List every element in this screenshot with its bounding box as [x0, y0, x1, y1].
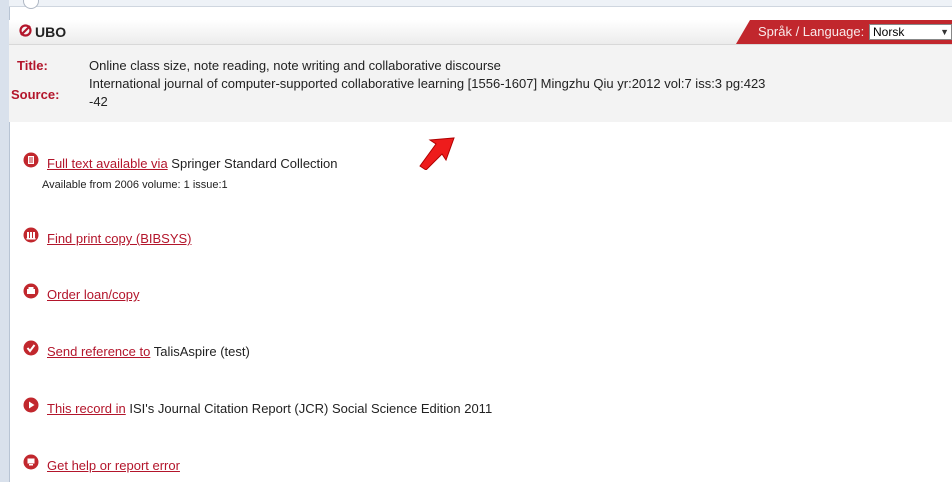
sfx-logo-icon — [19, 23, 32, 41]
service-print-copy: Find print copy (BIBSYS) — [23, 224, 192, 246]
fulltext-link[interactable]: Full text available via — [47, 156, 168, 171]
help-screen-icon — [23, 454, 39, 470]
reference-target: TalisAspire (test) — [153, 344, 250, 359]
language-label: Språk / Language: — [758, 24, 865, 39]
title-label: Title: — [17, 58, 48, 73]
order-loan-link[interactable]: Order loan/copy — [47, 287, 140, 302]
fulltext-provider: Springer Standard Collection — [171, 156, 338, 171]
find-print-copy-link[interactable]: Find print copy (BIBSYS) — [47, 231, 192, 246]
language-tab: Språk / Language: Norsk ▼ — [736, 20, 952, 44]
help-link[interactable]: Get help or report error — [47, 458, 180, 473]
chevron-down-icon: ▼ — [940, 27, 949, 37]
language-selected-value: Norsk — [873, 25, 905, 39]
source-value-line2: -42 — [89, 94, 108, 109]
header-bar: UBO Språk / Language: Norsk ▼ — [9, 20, 952, 45]
send-icon — [23, 340, 39, 356]
logo-text: UBO — [35, 24, 67, 40]
source-value-line1: International journal of computer-suppor… — [89, 76, 766, 91]
ubo-logo[interactable]: UBO — [19, 22, 66, 42]
service-order-loan: Order loan/copy — [23, 280, 140, 302]
jcr-description: ISI's Journal Citation Report (JCR) Soci… — [129, 401, 493, 416]
service-send-reference: Send reference to TalisAspire (test) — [23, 337, 250, 359]
red-arrow-icon — [416, 136, 460, 174]
play-icon — [23, 397, 39, 413]
jcr-link[interactable]: This record in — [47, 401, 126, 416]
send-reference-link[interactable]: Send reference to — [47, 344, 150, 359]
partial-circle-icon — [23, 0, 39, 9]
document-icon — [23, 152, 39, 168]
service-jcr: This record in ISI's Journal Citation Re… — [23, 394, 492, 416]
source-label: Source: — [11, 87, 60, 102]
browser-top-strip — [9, 0, 952, 9]
fulltext-coverage-note: Available from 2006 volume: 1 issue:1 — [42, 179, 228, 191]
language-select[interactable]: Norsk ▼ — [869, 24, 952, 40]
service-fulltext: Full text available via Springer Standar… — [23, 149, 338, 171]
library-icon — [23, 227, 39, 243]
record-metadata: Title: Online class size, note reading, … — [9, 45, 952, 122]
service-help: Get help or report error — [23, 451, 180, 473]
printer-icon — [23, 283, 39, 299]
title-value: Online class size, note reading, note wr… — [89, 58, 501, 73]
